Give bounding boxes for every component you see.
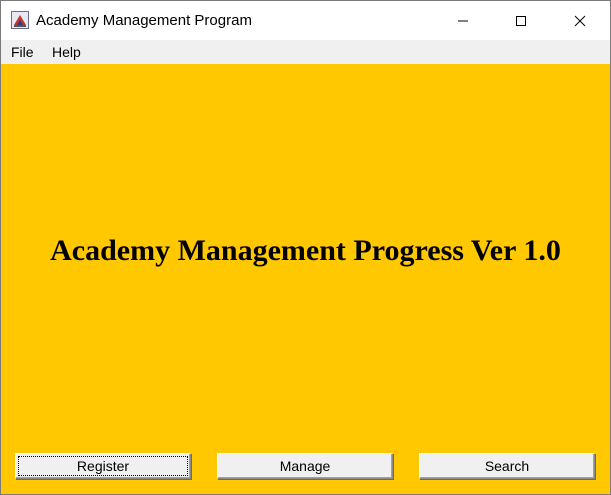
manage-button[interactable]: Manage <box>217 453 393 479</box>
close-button[interactable] <box>550 1 609 40</box>
close-icon <box>574 15 585 26</box>
menu-bar: File Help <box>1 40 610 64</box>
java-app-icon <box>11 11 29 29</box>
window-title: Academy Management Program <box>36 12 252 29</box>
search-button[interactable]: Search <box>419 453 595 479</box>
maximize-button[interactable] <box>491 1 550 40</box>
maximize-icon <box>515 15 526 26</box>
minimize-icon <box>457 20 468 21</box>
page-title: Academy Management Progress Ver 1.0 <box>50 234 561 267</box>
main-panel: Academy Management Progress Ver 1.0 Regi… <box>1 64 610 494</box>
register-button[interactable]: Register <box>15 453 191 479</box>
menu-help[interactable]: Help <box>52 44 81 60</box>
app-window: Academy Management Program File Help Aca… <box>0 0 611 495</box>
menu-file[interactable]: File <box>11 44 34 60</box>
title-bar[interactable]: Academy Management Program <box>1 1 610 40</box>
minimize-button[interactable] <box>433 1 492 40</box>
